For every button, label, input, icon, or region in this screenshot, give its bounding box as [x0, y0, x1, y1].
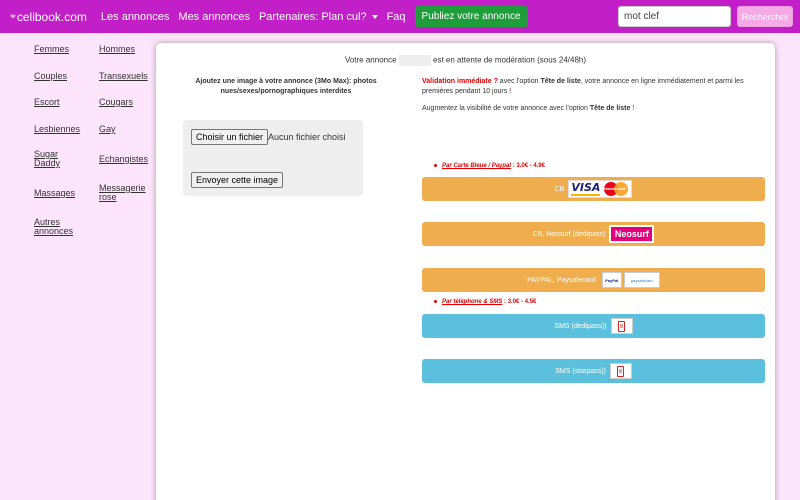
- phone-icon: [609, 363, 632, 379]
- paypal-logo: PayPal: [601, 272, 622, 288]
- nav-mes-annonces[interactable]: Mes annonces: [178, 11, 250, 23]
- pay-neosurf-label: CB, Neosurf (dedipass): [532, 230, 606, 238]
- brand-logo[interactable]: ❤ celibook.com: [10, 10, 87, 24]
- phone-icon: [610, 318, 633, 334]
- validation-question: Validation immédiate ?: [422, 78, 498, 85]
- sidebar-item-gay[interactable]: Gay: [99, 125, 159, 134]
- search-input[interactable]: [618, 6, 731, 27]
- nav-partenaires-dropdown[interactable]: Partenaires: Plan cul?: [259, 11, 378, 23]
- pending-suffix: est en attente de modération (sous 24/48…: [433, 55, 587, 65]
- visibility-text: Augmentez la visibilité de votre annonce…: [422, 105, 765, 112]
- mastercard-icon: MasterCard: [603, 182, 629, 196]
- sidebar-item-massages[interactable]: Massages: [34, 189, 94, 198]
- main-card: Votre annonce est en attente de modérati…: [156, 43, 775, 500]
- promotion-panel: Validation immédiate ? avec l'option Têt…: [422, 77, 765, 383]
- pending-prefix: Votre annonce: [344, 55, 397, 65]
- sidebar-item-couples[interactable]: Couples: [34, 72, 94, 81]
- visa-mastercard-logo: VISA MasterCard: [568, 180, 633, 198]
- send-image-button[interactable]: Envoyer cette image: [191, 172, 284, 188]
- validation-option: Tête de liste: [540, 78, 581, 85]
- bullet-icon: [434, 163, 437, 167]
- pay-sms-starpass-button[interactable]: SMS (starpass)): [422, 359, 765, 383]
- pay-sms-dedipass-label: SMS (dedipass)): [554, 322, 607, 330]
- sidebar-item-sugar-daddy[interactable]: Sugar Daddy: [34, 150, 70, 168]
- visa-logo-text: VISA: [571, 181, 601, 196]
- sidebar-item-escort[interactable]: Escort: [34, 98, 94, 107]
- sidebar-item-femmes[interactable]: Femmes: [34, 45, 94, 54]
- pay-cb-label: CB: [554, 185, 565, 193]
- top-navbar: ❤ celibook.com Les annonces Mes annonces…: [0, 0, 800, 33]
- pending-moderation-notice: Votre annonce est en attente de modérati…: [156, 55, 775, 66]
- sidebar-item-messagerie-rose[interactable]: Messagerie rose: [99, 184, 149, 202]
- pay-cb-button[interactable]: CB VISA MasterCard: [422, 177, 765, 201]
- pay-paypal-button[interactable]: PAYPAL, Paysafecard PayPal paysafecard: [422, 268, 765, 292]
- method-card-label: Par Carte Bleue / Paypal : 3.0€ - 4.9€: [434, 163, 545, 169]
- heart-icon: ❤: [10, 13, 16, 21]
- sidebar-item-hommes[interactable]: Hommes: [99, 45, 159, 54]
- mastercard-logo-text: MasterCard: [603, 186, 626, 191]
- pay-neosurf-button[interactable]: CB, Neosurf (dedipass) Neosurf: [422, 222, 765, 246]
- pay-sms-starpass-label: SMS (starpass)): [555, 367, 606, 375]
- visibility-text-a: Augmentez la visibilité de votre annonce…: [422, 105, 590, 112]
- method-sms-price: : 3.0€ - 4.5€: [502, 299, 537, 305]
- sidebar-item-lesbiennes[interactable]: Lesbiennes: [34, 125, 94, 134]
- pay-sms-dedipass-button[interactable]: SMS (dedipass)): [422, 314, 765, 338]
- sidebar-item-autres-annonces[interactable]: Autres annonces: [34, 218, 78, 236]
- upload-title: Ajoutez une image à votre annonce (3Mo M…: [195, 78, 377, 95]
- caret-down-icon: [371, 14, 378, 19]
- pay-paypal-label: PAYPAL, Paysafecard: [527, 276, 596, 284]
- publish-ad-button[interactable]: Publiez votre annonce: [414, 6, 528, 27]
- sidebar-item-cougars[interactable]: Cougars: [99, 98, 159, 107]
- neosurf-logo: Neosurf: [609, 225, 655, 243]
- search-button[interactable]: Rechercher: [737, 6, 793, 27]
- method-card-title: Par Carte Bleue / Paypal: [442, 163, 512, 169]
- validation-text: Validation immédiate ? avec l'option Têt…: [422, 77, 765, 97]
- nav-partenaires-label: Partenaires: Plan cul?: [258, 10, 367, 23]
- masked-ad-id: [398, 55, 431, 66]
- paysafecard-logo: paysafecard: [623, 272, 660, 288]
- method-card-price: : 3.0€ - 4.9€: [511, 163, 546, 169]
- visibility-text-b: !: [630, 105, 635, 112]
- file-status-text: Aucun fichier choisi: [268, 132, 346, 142]
- sidebar-item-echangistes[interactable]: Echangistes: [99, 155, 159, 164]
- upload-form: Choisir un fichier Aucun fichier choisi …: [183, 120, 363, 196]
- bullet-icon: [434, 299, 437, 303]
- brand-name: celibook.com: [16, 9, 87, 24]
- nav-faq[interactable]: Faq: [387, 11, 406, 23]
- method-sms-title: Par téléphone & SMS: [442, 299, 503, 305]
- choose-file-button[interactable]: Choisir un fichier: [191, 129, 269, 145]
- validation-text-a: avec l'option: [497, 78, 541, 85]
- method-sms-label: Par téléphone & SMS : 3.0€ - 4.5€: [434, 299, 536, 305]
- nav-les-annonces[interactable]: Les annonces: [101, 11, 170, 23]
- sidebar-item-transexuels[interactable]: Transexuels: [99, 72, 159, 81]
- visibility-option: Tête de liste: [589, 105, 631, 112]
